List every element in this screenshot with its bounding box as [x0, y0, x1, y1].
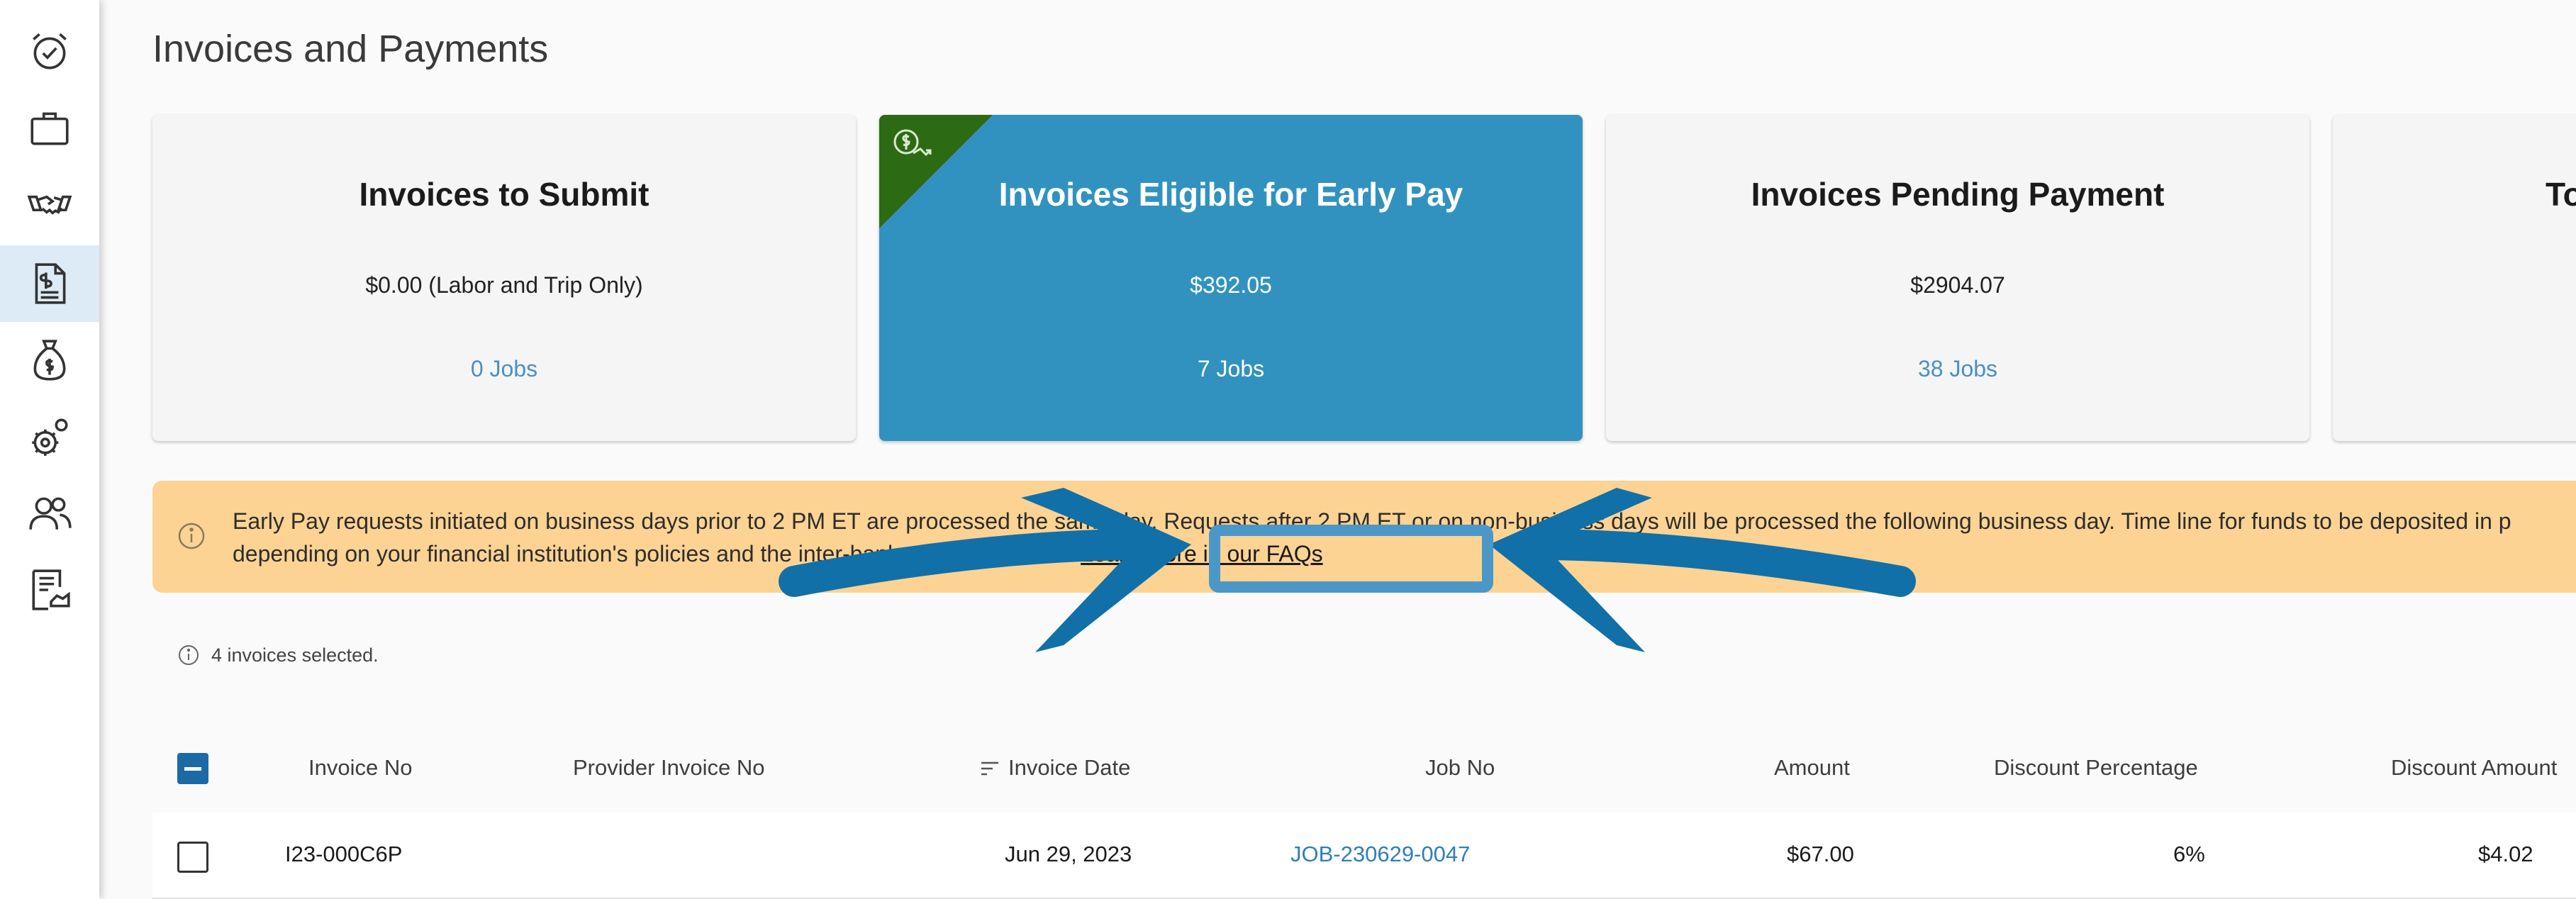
sidebar-item-users[interactable] — [0, 475, 99, 552]
info-icon — [179, 645, 199, 665]
sidebar-item-contracts[interactable] — [0, 552, 99, 628]
col-header-invoice-date[interactable]: Invoice Date — [1008, 755, 1130, 781]
col-header-amount[interactable]: Amount — [1774, 755, 1850, 781]
cell-invoice-date: Jun 29, 2023 — [1005, 842, 1132, 866]
banner-line-1: Early Pay requests initiated on business… — [233, 508, 2511, 534]
sidebar-item-payments[interactable] — [0, 322, 99, 398]
sidebar-item-jobs[interactable] — [0, 89, 99, 166]
card-amount: $0.00 (Labor and Trip Only) — [365, 272, 643, 298]
cell-amount: $67.00 — [1787, 842, 1854, 866]
card-pending-payment[interactable]: Invoices Pending Payment $2904.07 38 Job… — [1606, 115, 2309, 441]
sidebar-item-alarm[interactable] — [0, 13, 99, 89]
alarm-clock-icon — [33, 33, 67, 69]
col-header-discount-amount[interactable]: Discount Amount — [2391, 755, 2557, 781]
card-amount: $392.05 — [1190, 272, 1272, 298]
col-header-invoice-no[interactable]: Invoice No — [308, 755, 412, 781]
sidebar — [0, 0, 99, 899]
select-all-checkbox[interactable] — [177, 753, 208, 784]
selection-count: 4 invoices selected. — [211, 644, 379, 666]
handshake-icon — [27, 195, 72, 215]
money-bag-icon — [33, 340, 66, 381]
card-early-pay[interactable]: Invoices Eligible for Early Pay $392.05 … — [879, 115, 1583, 441]
card-title: Invoices to Submit — [359, 176, 649, 213]
cell-discount-percentage: 6% — [2173, 842, 2205, 866]
cell-job-no-link[interactable]: JOB-230629-0047 — [1290, 842, 1470, 867]
users-icon — [29, 497, 72, 530]
banner-line-2: depending on your financial institution'… — [233, 537, 2576, 570]
settings-gears-icon — [32, 418, 68, 456]
sidebar-item-agreements[interactable] — [0, 166, 99, 242]
banner-text: Early Pay requests initiated on business… — [233, 505, 2576, 570]
card-title: To — [2546, 176, 2576, 213]
briefcase-icon — [30, 112, 69, 145]
info-icon — [178, 523, 205, 549]
card-jobs-link[interactable]: 38 Jobs — [1606, 356, 2309, 382]
faq-link[interactable]: Learn more in our FAQs — [1081, 541, 1322, 566]
cell-invoice-no: I23-000C6P — [285, 842, 403, 866]
sidebar-item-invoices[interactable] — [0, 245, 99, 322]
card-invoices-to-submit[interactable]: Invoices to Submit $0.00 (Labor and Trip… — [152, 115, 856, 441]
early-pay-icon — [893, 129, 932, 157]
col-header-provider-invoice-no[interactable]: Provider Invoice No — [573, 755, 765, 781]
cell-discount-amount: $4.02 — [2478, 842, 2533, 866]
early-pay-notice-banner: Early Pay requests initiated on business… — [152, 481, 2576, 593]
main-content: Invoices and Payments Invoices to Submit… — [99, 0, 2576, 899]
card-title: Invoices Pending Payment — [1751, 176, 2165, 213]
sidebar-item-settings[interactable] — [0, 398, 99, 475]
page-title: Invoices and Payments — [152, 28, 549, 70]
col-header-discount-percentage[interactable]: Discount Percentage — [1994, 755, 2198, 781]
card-jobs-link[interactable]: 0 Jobs — [152, 356, 856, 382]
col-header-job-no[interactable]: Job No — [1425, 755, 1495, 781]
card-amount: $2904.07 — [1910, 272, 2005, 298]
row-checkbox[interactable] — [177, 842, 208, 873]
contract-icon — [32, 569, 70, 610]
sort-icon[interactable] — [978, 757, 1001, 780]
banner-line-2-text: depending on your financial institution'… — [233, 541, 1081, 566]
card-title: Invoices Eligible for Early Pay — [998, 176, 1463, 213]
card-total[interactable]: To — [2333, 115, 2576, 441]
selection-info: 4 invoices selected. — [177, 644, 379, 666]
invoice-document-icon — [35, 263, 66, 304]
card-jobs-link[interactable]: 7 Jobs — [879, 356, 1583, 382]
